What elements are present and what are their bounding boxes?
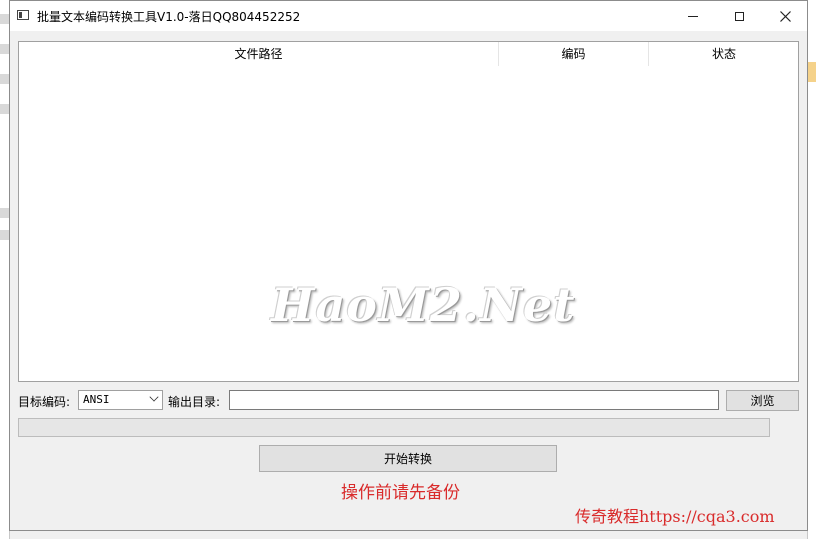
target-encoding-value: ANSI [83,393,110,406]
start-convert-button[interactable]: 开始转换 [259,445,557,472]
background-window-right [807,0,816,539]
target-encoding-label: 目标编码: [18,395,71,409]
progress-bar [18,418,770,437]
minimize-button[interactable] [670,1,716,31]
minimize-icon [688,15,698,17]
browse-button[interactable]: 浏览 [726,390,799,411]
chevron-down-icon [149,392,159,402]
file-list[interactable]: 文件路径 编码 状态 HaoM2.Net [18,41,799,382]
close-icon [779,10,791,22]
target-encoding-select[interactable]: ANSI [78,390,163,410]
maximize-icon [734,11,744,21]
file-list-header: 文件路径 编码 状态 [19,42,798,66]
footer-site-watermark: 传奇教程https://cqa3.com [575,507,775,526]
window-title: 批量文本编码转换工具V1.0-落日QQ804452252 [37,10,301,24]
backup-warning: 操作前请先备份 [341,483,460,503]
column-header-status[interactable]: 状态 [649,42,798,66]
title-bar: 批量文本编码转换工具V1.0-落日QQ804452252 [10,1,807,31]
app-window: 批量文本编码转换工具V1.0-落日QQ804452252 文件路径 编码 状态 … [9,0,808,531]
output-dir-input[interactable] [229,390,719,410]
app-icon [17,10,29,20]
watermark-text: HaoM2.Net [271,278,576,332]
maximize-button[interactable] [716,1,762,31]
output-dir-label: 输出目录: [168,395,221,409]
column-header-file-path[interactable]: 文件路径 [19,42,499,66]
column-header-encoding[interactable]: 编码 [499,42,649,66]
close-button[interactable] [762,1,808,31]
